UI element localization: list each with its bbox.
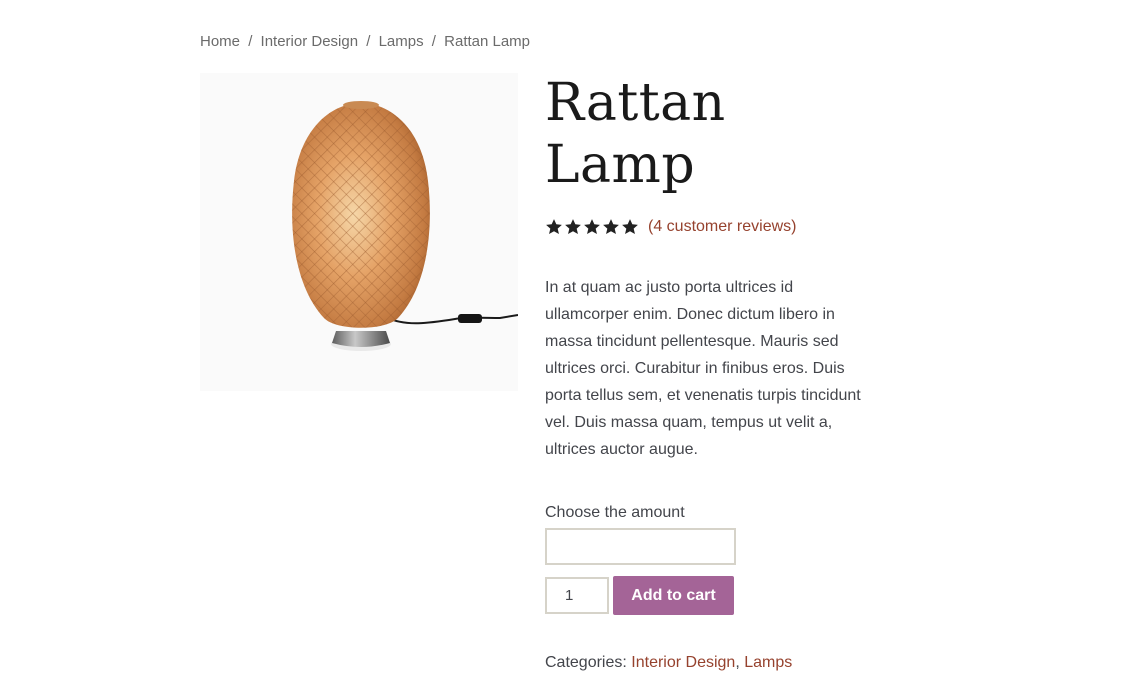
breadcrumb-separator: / [366,33,371,50]
product-page: Home / Interior Design / Lamps / Rattan … [0,0,1136,700]
breadcrumb-current: Rattan Lamp [444,33,531,50]
product-title-line-1: Rattan [545,73,726,133]
product-image[interactable] [200,73,518,391]
breadcrumb-separator: / [431,33,436,50]
star-icon [565,219,581,235]
categories-label: Categories: [545,654,627,671]
star-icon [546,219,562,235]
customer-reviews-link[interactable]: (4 customer reviews) [648,218,796,236]
product-title-line-2: Lamp [545,135,696,195]
star-rating [545,218,639,236]
add-to-cart-form: Add to cart [545,576,875,615]
star-icon [584,219,600,235]
star-icon [622,219,638,235]
amount-label: Choose the amount [545,504,685,521]
add-to-cart-button[interactable]: Add to cart [613,576,734,615]
breadcrumb-lamps[interactable]: Lamps [379,33,424,50]
product-title: Rattan Lamp [545,72,875,196]
category-link-interior-design[interactable]: Interior Design [631,654,735,671]
breadcrumb-home[interactable]: Home [200,33,240,50]
category-link-lamps[interactable]: Lamps [744,654,792,671]
quantity-input[interactable] [545,577,609,614]
product-summary: Rattan Lamp (4 customer reviews) In at q… [545,72,875,672]
amount-input[interactable] [545,528,736,565]
product-categories: Categories: Interior Design, Lamps [545,654,875,672]
breadcrumb-interior-design[interactable]: Interior Design [261,33,359,50]
product-description: In at quam ac justo porta ultrices id ul… [545,279,861,458]
breadcrumb-separator: / [248,33,253,50]
breadcrumb: Home / Interior Design / Lamps / Rattan … [200,33,530,50]
rating-row: (4 customer reviews) [545,216,875,238]
rattan-lamp-image [292,101,518,351]
star-icon [603,219,619,235]
category-separator: , [735,654,740,671]
